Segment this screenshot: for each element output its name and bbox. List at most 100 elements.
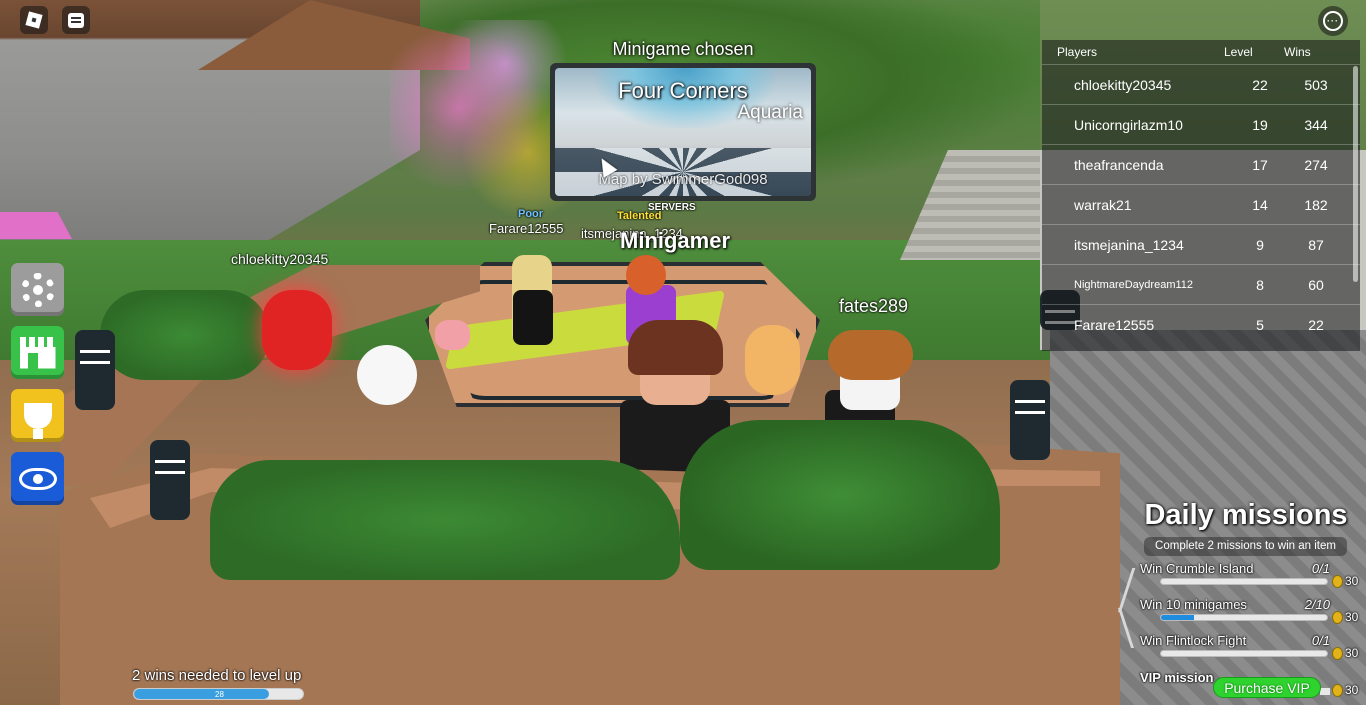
- minigame-map: Aquaria: [737, 102, 804, 123]
- player-wins: 87: [1308, 236, 1324, 253]
- spectate-button[interactable]: [11, 452, 64, 505]
- bunny-pet: [357, 345, 417, 405]
- mission-reward: 30: [1345, 646, 1359, 660]
- more-options-icon: ···: [1323, 11, 1343, 31]
- leaderboard-row[interactable]: chloekitty20345 22 503: [1042, 64, 1360, 104]
- hedge: [210, 460, 680, 580]
- nametag-farare: Farare12555: [489, 221, 564, 236]
- player-level: 5: [1256, 316, 1264, 333]
- mission-progress-text: 0/1: [1311, 633, 1330, 648]
- collapse-arrow-icon[interactable]: [1114, 568, 1132, 648]
- mission-name: Win 10 minigames: [1140, 597, 1247, 612]
- vip-reward: 30: [1345, 683, 1359, 697]
- player-fates-hair: [828, 330, 913, 380]
- minigame-preview-image: Four Corners Aquaria Map by SwimmerGod09…: [555, 68, 811, 196]
- nametag-fates: fates289: [839, 296, 909, 316]
- chat-button[interactable]: [62, 6, 90, 34]
- mission-item: Win 10 minigames 2/10 30: [1140, 597, 1366, 629]
- gear-icon: [20, 272, 55, 307]
- coin-icon: [1332, 611, 1343, 624]
- nametag-chloekitty: chloekitty20345: [231, 251, 329, 267]
- daily-missions-title: Daily missions: [1144, 499, 1348, 531]
- mission-reward: 30: [1345, 610, 1359, 624]
- player-name: NightmareDaydream112: [1074, 278, 1194, 291]
- vip-mission-label: VIP mission: [1140, 670, 1214, 685]
- bollard: [150, 440, 190, 520]
- player-wins: 182: [1304, 196, 1328, 213]
- player-leaderboard[interactable]: Players Level Wins chloekitty20345 22 503 U…: [1042, 40, 1360, 351]
- nametag-minigamer: Minigamer: [620, 228, 731, 253]
- minigame-name: Four Corners: [618, 78, 748, 103]
- leaderboard-row[interactable]: Farare12555 5 22: [1042, 304, 1360, 344]
- leaderboard-rows: chloekitty20345 22 503 Unicorngirlazm10 19 34…: [1042, 64, 1360, 344]
- bollard: [1010, 380, 1050, 460]
- leaderboard-row[interactable]: theafrancenda 17 274: [1042, 144, 1360, 184]
- mission-progress-bar: [1160, 578, 1328, 585]
- pig-pet: [435, 320, 470, 350]
- minigame-heading: Minigame chosen: [612, 39, 754, 59]
- purchase-vip-button[interactable]: Purchase VIP: [1213, 677, 1321, 698]
- leaderboard-row[interactable]: itsmejanina_1234 9 87: [1042, 224, 1360, 264]
- leaderboard-row[interactable]: Unicorngirlazm10 19 344: [1042, 104, 1360, 144]
- leaderboard-scrollbar[interactable]: [1353, 66, 1358, 282]
- player-name: warrak21: [1074, 196, 1132, 213]
- coin-icon: [1332, 684, 1343, 697]
- eye-icon: [18, 467, 57, 490]
- player-level: 9: [1256, 236, 1264, 253]
- roblox-menu-button[interactable]: [20, 6, 48, 34]
- player-name: Unicorngirlazm10: [1074, 116, 1183, 133]
- minigame-card: Four Corners Aquaria Map by SwimmerGod09…: [550, 63, 816, 201]
- player-wins: 344: [1304, 116, 1328, 133]
- mission-progress-text: 2/10: [1304, 597, 1330, 612]
- settings-button[interactable]: [11, 263, 64, 316]
- chat-icon: [68, 12, 84, 28]
- coin-icon: [1332, 575, 1343, 588]
- player-avatar-blonde-body: [513, 290, 553, 345]
- leaderboard-row[interactable]: warrak21 14 182: [1042, 184, 1360, 224]
- player-name: itsmejanina_1234: [1074, 236, 1184, 253]
- player-level: 22: [1252, 76, 1268, 93]
- hedge: [680, 420, 1000, 570]
- trophy-icon: [23, 402, 52, 439]
- level-progress-value: 28: [215, 690, 224, 699]
- player-wins: 274: [1304, 156, 1328, 173]
- shop-icon: [19, 336, 56, 369]
- level-up-text: 2 wins needed to level up: [132, 667, 302, 684]
- hedge: [100, 290, 270, 380]
- trophies-button[interactable]: [11, 389, 64, 442]
- paw-pet: [745, 325, 800, 395]
- player-level: 17: [1252, 156, 1268, 173]
- player-name: Farare12555: [1074, 316, 1155, 333]
- header-players: Players: [1057, 45, 1098, 59]
- player-wins: 22: [1308, 316, 1324, 333]
- player-chloekitty-avatar: [262, 290, 332, 370]
- mission-progress-bar: [1160, 650, 1328, 657]
- header-level: Level: [1224, 45, 1253, 59]
- player-name: theafrancenda: [1074, 156, 1164, 173]
- coin-icon: [1332, 647, 1343, 660]
- leaderboard-row[interactable]: NightmareDaydream112 8 60: [1042, 264, 1360, 304]
- player-level: 19: [1252, 116, 1268, 133]
- mission-reward: 30: [1345, 574, 1359, 588]
- leaderboard-header: Players Level Wins: [1042, 40, 1360, 64]
- minigame-credit: Map by SwimmerGod098: [598, 171, 768, 188]
- more-options-button[interactable]: ···: [1318, 6, 1348, 36]
- mission-item: Win Crumble Island 0/1 30: [1140, 561, 1366, 593]
- roblox-logo-icon: [25, 11, 43, 29]
- mission-name: Win Flintlock Fight: [1140, 633, 1247, 648]
- mission-name: Win Crumble Island: [1140, 561, 1254, 576]
- player-level: 8: [1256, 276, 1264, 293]
- player-wins: 503: [1304, 76, 1328, 93]
- daily-missions-subtitle: Complete 2 missions to win an item: [1144, 537, 1347, 556]
- vip-progress-bar: [1320, 688, 1330, 695]
- local-player-hair: [628, 320, 723, 375]
- shop-button[interactable]: [11, 326, 64, 379]
- level-progress-bar: 28: [133, 688, 304, 700]
- header-wins: Wins: [1284, 45, 1311, 59]
- sign-servers: SERVERS: [648, 202, 696, 213]
- player-wins: 60: [1308, 276, 1324, 293]
- mission-progress-fill: [1161, 615, 1195, 620]
- bollard: [75, 330, 115, 410]
- mission-item: Win Flintlock Fight 0/1 30: [1140, 633, 1366, 665]
- title-poor: Poor: [518, 208, 544, 220]
